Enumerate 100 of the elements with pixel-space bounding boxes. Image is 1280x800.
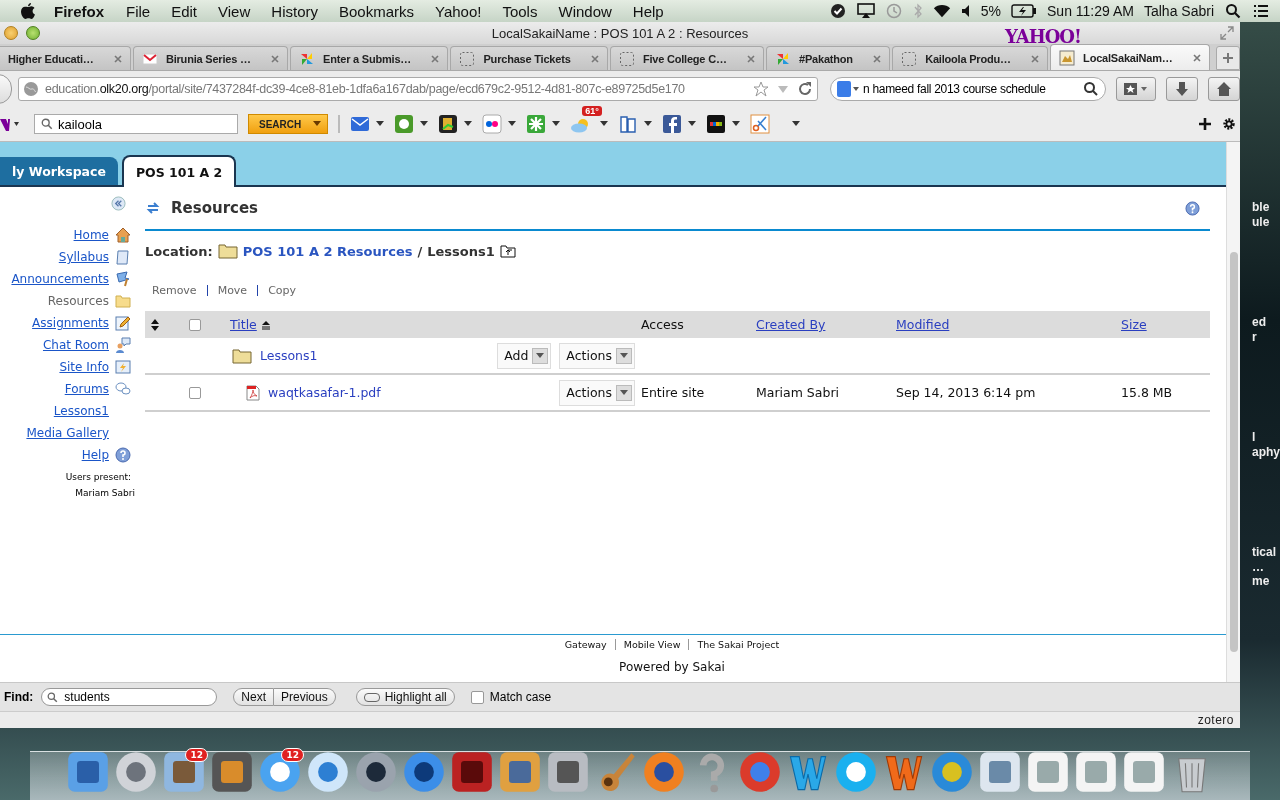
- menu-item[interactable]: History: [271, 2, 318, 20]
- tool-link[interactable]: Chat Room: [42, 338, 109, 352]
- menu-item[interactable]: View: [218, 2, 251, 20]
- dropdown-icon[interactable]: [600, 121, 609, 127]
- star-icon[interactable]: [753, 81, 769, 97]
- dots-icon[interactable]: [482, 114, 503, 134]
- browser-tab[interactable]: LocalSakaiNam…: [1050, 44, 1210, 70]
- close-tab-icon[interactable]: [431, 54, 440, 63]
- yahoo-mark-icon[interactable]: [0, 116, 20, 132]
- footer-link[interactable]: Mobile View: [614, 639, 689, 650]
- action-link[interactable]: Remove: [152, 284, 197, 297]
- search-icon[interactable]: [1224, 3, 1242, 19]
- toolbar-search-field[interactable]: kailoola: [34, 114, 238, 134]
- close-tab-icon[interactable]: [747, 54, 755, 63]
- new-tab-button[interactable]: [1215, 46, 1240, 70]
- scissors-icon[interactable]: [750, 114, 771, 134]
- search-engine-icon[interactable]: [837, 81, 859, 97]
- tool-link[interactable]: Media Gallery: [26, 426, 109, 440]
- bookmarks-button[interactable]: [1116, 77, 1156, 101]
- folder-up-icon[interactable]: [499, 244, 516, 258]
- dropdown-icon[interactable]: [792, 121, 801, 127]
- close-tab-icon[interactable]: [1192, 53, 1201, 62]
- sort-icon[interactable]: [150, 318, 160, 331]
- plus-icon[interactable]: [1198, 117, 1212, 131]
- scrollbar-thumb[interactable]: [1230, 252, 1238, 652]
- menu-item[interactable]: Edit: [171, 2, 198, 20]
- book-icon[interactable]: [618, 114, 639, 134]
- close-tab-icon[interactable]: [873, 54, 882, 63]
- column-sort-link[interactable]: Created By: [756, 317, 826, 332]
- tool-link[interactable]: Resources: [47, 294, 109, 308]
- dropdown-icon[interactable]: [644, 121, 653, 127]
- menu-item[interactable]: Bookmarks: [338, 2, 414, 20]
- menu-clock[interactable]: Sun 11:29 AM: [1047, 3, 1134, 19]
- letter-f-icon[interactable]: [662, 114, 683, 134]
- dropdown-icon[interactable]: [420, 121, 429, 127]
- menu-item[interactable]: Yahoo!: [435, 2, 482, 20]
- find-field[interactable]: students: [41, 688, 218, 706]
- browser-tab[interactable]: Enter a Submis…: [290, 46, 449, 70]
- highlight-all-button[interactable]: Highlight all: [355, 688, 455, 706]
- check-badge-icon[interactable]: [828, 3, 847, 19]
- tool-link[interactable]: Help: [81, 448, 109, 462]
- battery-icon[interactable]: [1011, 4, 1038, 18]
- column-sort-link[interactable]: Size: [1121, 317, 1147, 332]
- dropdown-icon[interactable]: [508, 121, 517, 127]
- menu-item[interactable]: Help: [632, 2, 664, 20]
- dropdown-button[interactable]: Actions: [559, 379, 635, 406]
- user-name[interactable]: Talha Sabri: [1143, 3, 1214, 19]
- zotero-button[interactable]: zotero: [1197, 713, 1234, 727]
- speaker-icon[interactable]: [960, 3, 971, 19]
- browser-tab[interactable]: Purchase Tickets: [450, 46, 608, 70]
- fullscreen-icon[interactable]: [1220, 26, 1234, 40]
- dropdown-icon[interactable]: [464, 121, 473, 127]
- find-nav-button[interactable]: Next: [233, 688, 274, 706]
- footer-link[interactable]: Gateway: [556, 639, 615, 650]
- match-case-label[interactable]: Match case: [489, 690, 552, 704]
- display-icon[interactable]: [856, 3, 875, 19]
- shop-icon[interactable]: [706, 114, 727, 134]
- chart-icon[interactable]: [438, 114, 459, 134]
- apple-icon[interactable]: [20, 2, 36, 20]
- row-checkbox[interactable]: [189, 386, 201, 399]
- tool-link[interactable]: Syllabus: [58, 250, 109, 264]
- site-tab[interactable]: POS 101 A 2: [121, 155, 237, 187]
- menu-item[interactable]: Window: [558, 2, 612, 20]
- address-field[interactable]: education.olk20.org/portal/site/7437284f-dc39-4ce8-81eb-1dfa6a167dab/page/ecd679c2-9512-4d81-807c-e89725d5e170: [18, 77, 818, 101]
- search-icon[interactable]: [1083, 81, 1099, 97]
- reload-icon[interactable]: [797, 81, 813, 97]
- settings-icon[interactable]: [1222, 117, 1236, 131]
- menu-item[interactable]: Tools: [502, 2, 538, 20]
- app-menu[interactable]: Firefox: [54, 2, 104, 20]
- tool-link[interactable]: Assignments: [32, 316, 109, 330]
- list-icon[interactable]: [1252, 3, 1270, 19]
- action-link[interactable]: Move: [217, 284, 248, 297]
- find-nav-button[interactable]: Previous: [274, 688, 336, 706]
- dropdown-icon[interactable]: [688, 121, 697, 127]
- tool-link[interactable]: Forums: [64, 382, 109, 396]
- asterisk-icon[interactable]: [526, 114, 547, 134]
- dropdown-button[interactable]: Add: [497, 342, 552, 369]
- menu-item[interactable]: File: [126, 2, 151, 20]
- close-tab-icon[interactable]: [1031, 54, 1040, 63]
- browser-tab[interactable]: Higher Educati…: [0, 46, 131, 70]
- search-field[interactable]: n hameed fall 2013 course schedule: [830, 77, 1106, 101]
- wifi-icon[interactable]: [932, 3, 951, 19]
- select-all-checkbox[interactable]: [189, 318, 201, 331]
- dropdown-icon[interactable]: [732, 121, 741, 127]
- search-button[interactable]: SEARCH: [248, 114, 329, 134]
- collapse-icon[interactable]: [111, 196, 126, 211]
- browser-tab[interactable]: Birunia Series …: [132, 46, 289, 70]
- resource-link[interactable]: Lessons1: [260, 348, 318, 363]
- dropdown-icon[interactable]: [376, 121, 385, 127]
- tool-link[interactable]: Lessons1: [53, 404, 109, 418]
- resource-link[interactable]: waqtkasafar-1.pdf: [268, 385, 381, 400]
- site-tab[interactable]: ly Workspace: [0, 157, 118, 185]
- tool-link[interactable]: Site Info: [59, 360, 109, 374]
- close-tab-icon[interactable]: [113, 54, 122, 63]
- reset-arrows-icon[interactable]: [145, 200, 161, 216]
- tool-link[interactable]: Home: [73, 228, 109, 242]
- home-button[interactable]: [1208, 77, 1240, 101]
- column-sort-link[interactable]: Title: [230, 317, 257, 332]
- browser-tab[interactable]: Kailoola Produ…: [892, 46, 1049, 70]
- breadcrumb-link[interactable]: POS 101 A 2 Resources: [242, 243, 413, 259]
